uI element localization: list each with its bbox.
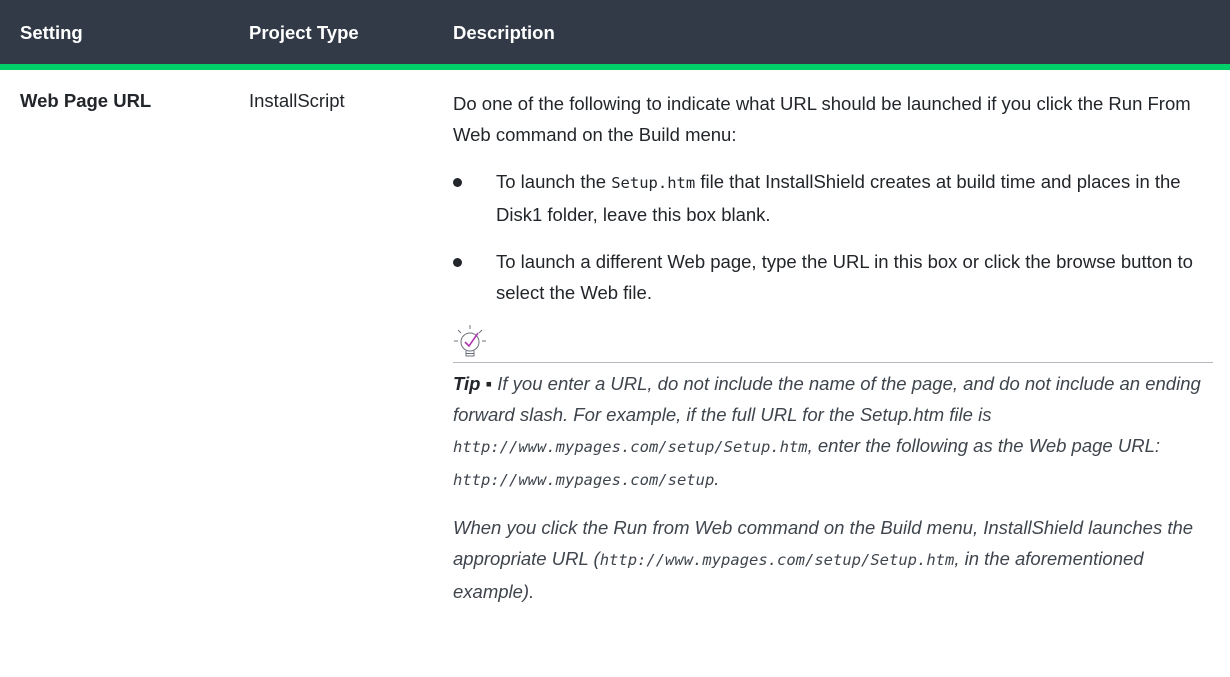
lightbulb-check-icon <box>453 324 1213 360</box>
project-type-value: InstallScript <box>249 90 345 111</box>
tip-separator: ▪ <box>480 373 498 394</box>
description-intro: Do one of the following to indicate what… <box>453 93 1191 145</box>
filename-code: Setup.htm <box>611 174 696 192</box>
list-item: To launch the Setup.htm file that Instal… <box>453 166 1213 230</box>
table-header-row: Setting Project Type Description <box>0 0 1230 64</box>
header-description: Description <box>453 22 555 43</box>
header-setting: Setting <box>20 22 83 43</box>
url-code: http://www.mypages.com/setup <box>453 471 715 489</box>
header-project-type: Project Type <box>249 22 359 43</box>
tip-text-b: , enter the following as the Web page UR… <box>807 435 1161 456</box>
list-item: To launch a different Web page, type the… <box>453 246 1213 308</box>
tip-paragraph-2: When you click the Run from Web command … <box>453 512 1213 607</box>
bullet-text-before: To launch the <box>496 171 612 192</box>
url-code: http://www.mypages.com/setup/Setup.htm <box>453 438 808 456</box>
bullet-icon <box>453 178 462 187</box>
url-code: http://www.mypages.com/setup/Setup.htm <box>599 551 955 569</box>
tip-text-c: . <box>714 468 720 489</box>
bullet-icon <box>453 258 462 267</box>
option-list: To launch the Setup.htm file that Instal… <box>453 166 1213 308</box>
tip-label: Tip <box>453 373 481 394</box>
bullet-text: To launch a different Web page, type the… <box>496 251 1193 303</box>
tip-divider <box>453 362 1213 363</box>
tip-icon-graphic <box>454 325 486 357</box>
header-accent-stripe <box>0 64 1230 70</box>
tip-text-a: If you enter a URL, do not include the n… <box>453 373 1201 425</box>
description-cell: Do one of the following to indicate what… <box>453 88 1213 623</box>
tip-paragraph: Tip ▪ If you enter a URL, do not include… <box>453 368 1213 496</box>
setting-name: Web Page URL <box>20 90 152 111</box>
